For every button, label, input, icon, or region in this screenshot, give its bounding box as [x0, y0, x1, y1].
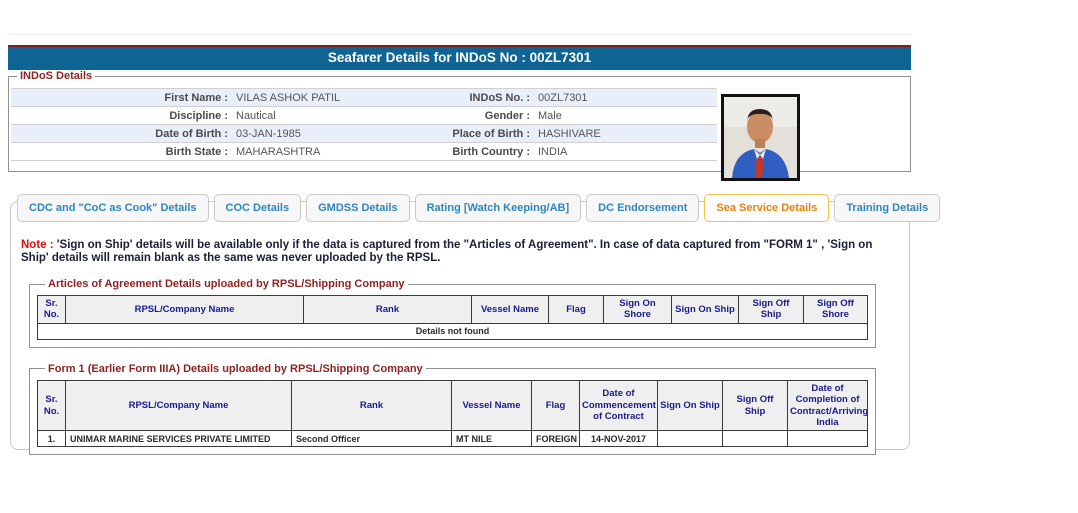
col-date-of-completion-of-contract-arriving-india: Date of Completion of Contract/Arriving …	[788, 380, 868, 431]
col-sign-off-shore: Sign Off Shore	[804, 296, 868, 324]
col-sign-on-ship: Sign On Ship	[658, 380, 723, 431]
cell-sign-on-ship	[658, 431, 723, 447]
col-date-of-commencement-of-contract: Date of Commencement of Contract	[580, 380, 658, 431]
cell-flag: FOREIGN	[532, 431, 580, 447]
col-rpsl-company-name: RPSL/Company Name	[66, 380, 292, 431]
page-title-text: Seafarer Details for INDoS No : 00ZL7301	[328, 50, 591, 65]
agreement-details-legend: Articles of Agreement Details uploaded b…	[45, 278, 408, 290]
gender-label: Gender :	[413, 110, 535, 122]
date-of-birth-label: Date of Birth :	[11, 128, 233, 140]
tab-rating-watch-keeping-ab[interactable]: Rating [Watch Keeping/AB]	[415, 194, 582, 222]
birth-state-label: Birth State :	[11, 146, 233, 158]
cell-sr-no: 1.	[38, 431, 66, 447]
form1-table-header-row: Sr. No. RPSL/Company Name Rank Vessel Na…	[38, 380, 868, 431]
note-body: 'Sign on Ship' details will be available…	[21, 239, 872, 264]
cell-sign-off-ship	[723, 431, 788, 447]
tab-cdc-and-coc-as-cook-details[interactable]: CDC and "CoC as Cook" Details	[17, 194, 209, 222]
indos-no-value: 00ZL7301	[535, 92, 715, 104]
col-sr-no: Sr. No.	[38, 380, 66, 431]
col-vessel-name: Vessel Name	[452, 380, 532, 431]
cell-vessel-name: MT NILE	[452, 431, 532, 447]
indos-row-2: Discipline : Nautical Gender : Male	[11, 107, 717, 125]
agreement-table-header-row: Sr. No. RPSL/Company Name Rank Vessel Na…	[38, 296, 868, 324]
note-text: Note : 'Sign on Ship' details will be av…	[21, 239, 889, 265]
sea-service-panel: Note : 'Sign on Ship' details will be av…	[10, 201, 910, 450]
gender-value: Male	[535, 110, 715, 122]
date-of-birth-value: 03-JAN-1985	[233, 128, 413, 140]
top-divider	[8, 34, 911, 35]
indos-no-label: INDoS No. :	[413, 92, 535, 104]
birth-state-value: MAHARASHTRA	[233, 146, 413, 158]
col-rank: Rank	[292, 380, 452, 431]
col-sign-off-ship: Sign Off Ship	[723, 380, 788, 431]
indos-details-legend: INDoS Details	[17, 70, 95, 82]
col-sr-no: Sr. No.	[38, 296, 66, 324]
tab-training-details[interactable]: Training Details	[834, 194, 940, 222]
col-sign-on-ship: Sign On Ship	[672, 296, 739, 324]
tab-gmdss-details[interactable]: GMDSS Details	[306, 194, 409, 222]
indos-row-3: Date of Birth : 03-JAN-1985 Place of Bir…	[11, 125, 717, 143]
agreement-table-empty-row: Details not found	[38, 323, 868, 339]
col-sign-off-ship: Sign Off Ship	[739, 296, 804, 324]
form1-table-row: 1. UNIMAR MARINE SERVICES PRIVATE LIMITE…	[38, 431, 868, 447]
place-of-birth-label: Place of Birth :	[413, 128, 535, 140]
discipline-value: Nautical	[233, 110, 413, 122]
col-sign-on-shore: Sign On Shore	[604, 296, 672, 324]
form1-table: Sr. No. RPSL/Company Name Rank Vessel Na…	[37, 380, 868, 448]
indos-row-4: Birth State : MAHARASHTRA Birth Country …	[11, 143, 717, 161]
col-vessel-name: Vessel Name	[472, 296, 549, 324]
col-flag: Flag	[549, 296, 604, 324]
place-of-birth-value: HASHIVARE	[535, 128, 715, 140]
indos-details-section: INDoS Details First Name : VILAS ASHOK P…	[8, 70, 911, 172]
discipline-label: Discipline :	[11, 110, 233, 122]
page-title: Seafarer Details for INDoS No : 00ZL7301	[8, 45, 911, 70]
col-rpsl-company-name: RPSL/Company Name	[66, 296, 304, 324]
tab-dc-endorsement[interactable]: DC Endorsement	[586, 194, 699, 222]
first-name-label: First Name :	[11, 92, 233, 104]
agreement-details-section: Articles of Agreement Details uploaded b…	[29, 278, 876, 348]
form1-details-section: Form 1 (Earlier Form IIIA) Details uploa…	[29, 363, 876, 456]
tab-bar: CDC and "CoC as Cook" Details COC Detail…	[17, 194, 940, 222]
seafarer-photo	[721, 94, 800, 181]
tab-coc-details[interactable]: COC Details	[214, 194, 302, 222]
tab-sea-service-details[interactable]: Sea Service Details	[704, 194, 829, 222]
indos-row-1: First Name : VILAS ASHOK PATIL INDoS No.…	[11, 89, 717, 107]
first-name-value: VILAS ASHOK PATIL	[233, 92, 413, 104]
cell-rank: Second Officer	[292, 431, 452, 447]
indos-details-grid: First Name : VILAS ASHOK PATIL INDoS No.…	[11, 88, 717, 161]
seafarer-details-page: Seafarer Details for INDoS No : 00ZL7301…	[0, 0, 1078, 513]
cell-date-of-commencement: 14-NOV-2017	[580, 431, 658, 447]
form1-details-legend: Form 1 (Earlier Form IIIA) Details uploa…	[45, 363, 426, 375]
col-rank: Rank	[304, 296, 472, 324]
birth-country-value: INDIA	[535, 146, 715, 158]
agreement-table: Sr. No. RPSL/Company Name Rank Vessel Na…	[37, 295, 868, 340]
cell-date-of-completion	[788, 431, 868, 447]
details-not-found-message: Details not found	[38, 323, 868, 339]
birth-country-label: Birth Country :	[413, 146, 535, 158]
cell-rpsl-company-name: UNIMAR MARINE SERVICES PRIVATE LIMITED	[66, 431, 292, 447]
col-flag: Flag	[532, 380, 580, 431]
note-prefix: Note :	[21, 239, 54, 251]
